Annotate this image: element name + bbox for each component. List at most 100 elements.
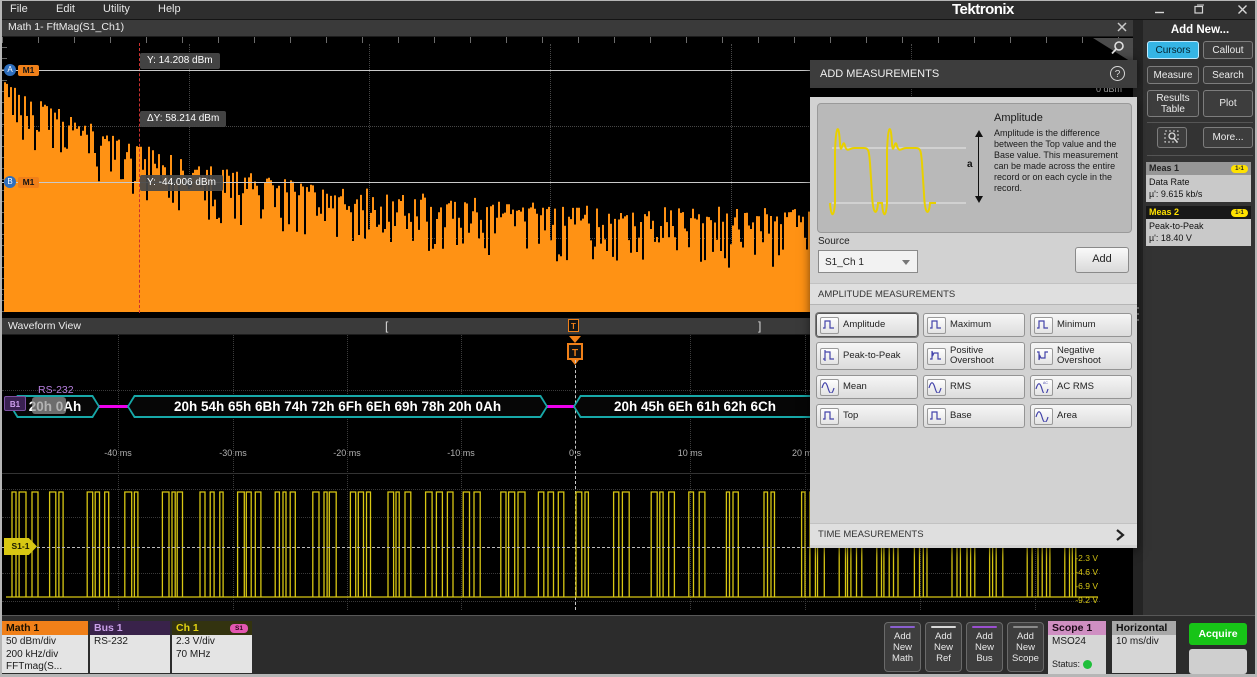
bus-segment: 20h 54h 65h 6Bh 74h 72h 6Fh 6Eh 69h 78h … bbox=[127, 395, 548, 418]
measure-button-maximum[interactable]: Maximum bbox=[923, 313, 1025, 337]
measure-button-ac-rms[interactable]: AC AC RMS bbox=[1030, 375, 1132, 399]
meas1-source-pill: 1-1 bbox=[1231, 165, 1248, 173]
measure-button-top[interactable]: Top bbox=[816, 404, 918, 428]
top-icon bbox=[820, 408, 839, 425]
math-view-titlebar: Math 1- FftMag(S1_Ch1) bbox=[2, 19, 1133, 37]
mini-trigger-marker[interactable]: T bbox=[568, 319, 579, 332]
add-new-ref-button[interactable]: Add New Ref bbox=[925, 622, 962, 672]
sidebar-button-cursors[interactable]: Cursors bbox=[1147, 41, 1199, 59]
math-view-close-icon[interactable] bbox=[1116, 21, 1128, 39]
sidebar-button-results-table[interactable]: Results Table bbox=[1147, 90, 1199, 117]
volt-label: -2.3 V bbox=[1058, 553, 1098, 563]
volt-label: -4.6 V bbox=[1058, 567, 1098, 577]
measure-button-mean[interactable]: Mean bbox=[816, 375, 918, 399]
add-new-title: Add New... bbox=[1143, 24, 1257, 36]
meas2-badge[interactable]: Meas 2 1-1 Peak-to-Peakµ': 18.40 V bbox=[1146, 206, 1251, 246]
add-button[interactable]: Add bbox=[1075, 247, 1129, 273]
menu-help[interactable]: Help bbox=[152, 0, 187, 19]
horizontal-badge[interactable]: Horizontal 10 ms/div bbox=[1112, 621, 1176, 671]
measure-button-amplitude[interactable]: Amplitude bbox=[816, 313, 918, 337]
bus-hover-overlay bbox=[32, 397, 66, 414]
arrow-label: a bbox=[967, 159, 973, 170]
ch1-s1-pill: S1 bbox=[230, 624, 248, 633]
measure-button-minimum[interactable]: Minimum bbox=[1030, 313, 1132, 337]
source-label: Source bbox=[818, 236, 850, 247]
measure-button-negative-overshoot[interactable]: Negative Overshoot bbox=[1030, 342, 1132, 370]
amplitude-arrow bbox=[978, 136, 979, 196]
bus-badge[interactable]: B1 bbox=[4, 396, 26, 411]
base-icon bbox=[927, 408, 946, 425]
area-icon bbox=[1034, 408, 1053, 425]
cursor-a-badge[interactable]: A bbox=[4, 64, 16, 76]
add-new-math-button[interactable]: Add New Math bbox=[884, 622, 921, 672]
source-dropdown[interactable]: S1_Ch 1 bbox=[818, 250, 918, 273]
menu-file[interactable]: File bbox=[4, 0, 34, 19]
trigger-flag[interactable]: T bbox=[567, 343, 583, 360]
minimum-icon bbox=[1034, 317, 1053, 334]
measurement-preview-panel: a Amplitude Amplitude is the difference … bbox=[817, 103, 1132, 233]
mean-icon bbox=[820, 379, 839, 396]
tektronix-logo: Tektronix bbox=[952, 0, 1014, 19]
negative-overshoot-icon bbox=[1034, 348, 1053, 365]
measure-button-rms[interactable]: RMS bbox=[923, 375, 1025, 399]
meas1-badge[interactable]: Meas 1 1-1 Data Rateµ': 9.615 kb/s bbox=[1146, 162, 1251, 202]
menu-utility[interactable]: Utility bbox=[97, 0, 136, 19]
maximum-icon bbox=[927, 317, 946, 334]
math-view-title: Math 1- FftMag(S1_Ch1) bbox=[2, 21, 124, 33]
cursor-b-readout: Y: -44.006 dBm bbox=[140, 175, 223, 191]
acq-window-left-bracket[interactable]: [ bbox=[385, 318, 388, 334]
acq-window-right-bracket[interactable]: ] bbox=[758, 318, 761, 334]
status-indicator bbox=[1083, 660, 1092, 669]
minimize-icon[interactable] bbox=[1146, 2, 1172, 17]
add-measurements-dialog-header[interactable]: ADD MEASUREMENTS ? bbox=[810, 60, 1137, 88]
magnifier-icon[interactable] bbox=[1110, 40, 1126, 61]
add-new-scope-button[interactable]: Add New Scope bbox=[1007, 622, 1044, 672]
right-sidebar: Add New... Cursors Callout Measure Searc… bbox=[1143, 19, 1257, 615]
ch1-badge[interactable]: Ch 1 S1 2.3 V/div70 MHz bbox=[172, 621, 252, 673]
cursor-b-badge[interactable]: B bbox=[4, 176, 16, 188]
sidebar-button-more[interactable]: More... bbox=[1203, 127, 1253, 148]
measure-button-peak-to-peak[interactable]: Peak-to-Peak bbox=[816, 342, 918, 370]
bus1-badge[interactable]: Bus 1 RS-232 bbox=[90, 621, 170, 673]
zoom-select-icon bbox=[1164, 130, 1181, 145]
sidebar-button-search[interactable]: Search bbox=[1203, 66, 1253, 84]
scope1-badge[interactable]: Scope 1 MSO24 Status: bbox=[1048, 621, 1106, 675]
sidebar-button-plot[interactable]: Plot bbox=[1203, 90, 1253, 117]
chevron-right-icon bbox=[1113, 528, 1127, 542]
chevron-down-icon bbox=[902, 260, 910, 265]
menu-edit[interactable]: Edit bbox=[50, 0, 81, 19]
sidebar-button-zoom-select[interactable] bbox=[1157, 127, 1187, 148]
positive-overshoot-icon bbox=[927, 348, 946, 365]
measure-button-area[interactable]: Area bbox=[1030, 404, 1132, 428]
measure-button-positive-overshoot[interactable]: Positive Overshoot bbox=[923, 342, 1025, 370]
measure-button-base[interactable]: Base bbox=[923, 404, 1025, 428]
add-new-bus-button[interactable]: Add New Bus bbox=[966, 622, 1003, 672]
bus-idle-connector bbox=[98, 405, 129, 408]
rms-icon bbox=[927, 379, 946, 396]
help-icon[interactable]: ? bbox=[1110, 66, 1125, 81]
sidebar-button-measure[interactable]: Measure bbox=[1147, 66, 1199, 84]
dialog-title: ADD MEASUREMENTS bbox=[810, 68, 939, 80]
add-measurements-dialog: a Amplitude Amplitude is the difference … bbox=[810, 97, 1137, 548]
amplitude-icon bbox=[820, 317, 839, 334]
sidebar-button-callout[interactable]: Callout bbox=[1203, 41, 1253, 59]
cursor-delta-readout: ΔY: 58.214 dBm bbox=[140, 111, 226, 127]
restore-icon[interactable] bbox=[1186, 2, 1212, 17]
amplitude-measurements-section[interactable]: AMPLITUDE MEASUREMENTS bbox=[810, 283, 1137, 305]
cursor-b-source-badge[interactable]: M1 bbox=[18, 177, 39, 188]
time-measurements-section[interactable]: TIME MEASUREMENTS bbox=[810, 523, 1137, 545]
svg-text:AC: AC bbox=[1043, 381, 1048, 385]
cursor-a-source-badge[interactable]: M1 bbox=[18, 65, 39, 76]
waveform-view-title: Waveform View bbox=[2, 320, 81, 332]
bus-idle-connector bbox=[546, 405, 575, 408]
volt-label: -6.9 V bbox=[1058, 581, 1098, 591]
close-icon[interactable] bbox=[1229, 2, 1255, 17]
cursor-a-readout: Y: 14.208 dBm bbox=[140, 53, 220, 69]
volt-label: -9.2 V bbox=[1058, 595, 1098, 605]
acquire-button[interactable]: Acquire bbox=[1189, 623, 1247, 645]
secondary-acquire-button[interactable] bbox=[1189, 649, 1247, 674]
bottom-settings-bar: Math 1 50 dBm/div200 kHz/divFFTmag(S... … bbox=[0, 615, 1257, 677]
amplitude-preview-waveform bbox=[824, 108, 974, 226]
math1-badge[interactable]: Math 1 50 dBm/div200 kHz/divFFTmag(S... bbox=[2, 621, 88, 673]
preview-description: Amplitude is the difference between the … bbox=[994, 128, 1126, 194]
